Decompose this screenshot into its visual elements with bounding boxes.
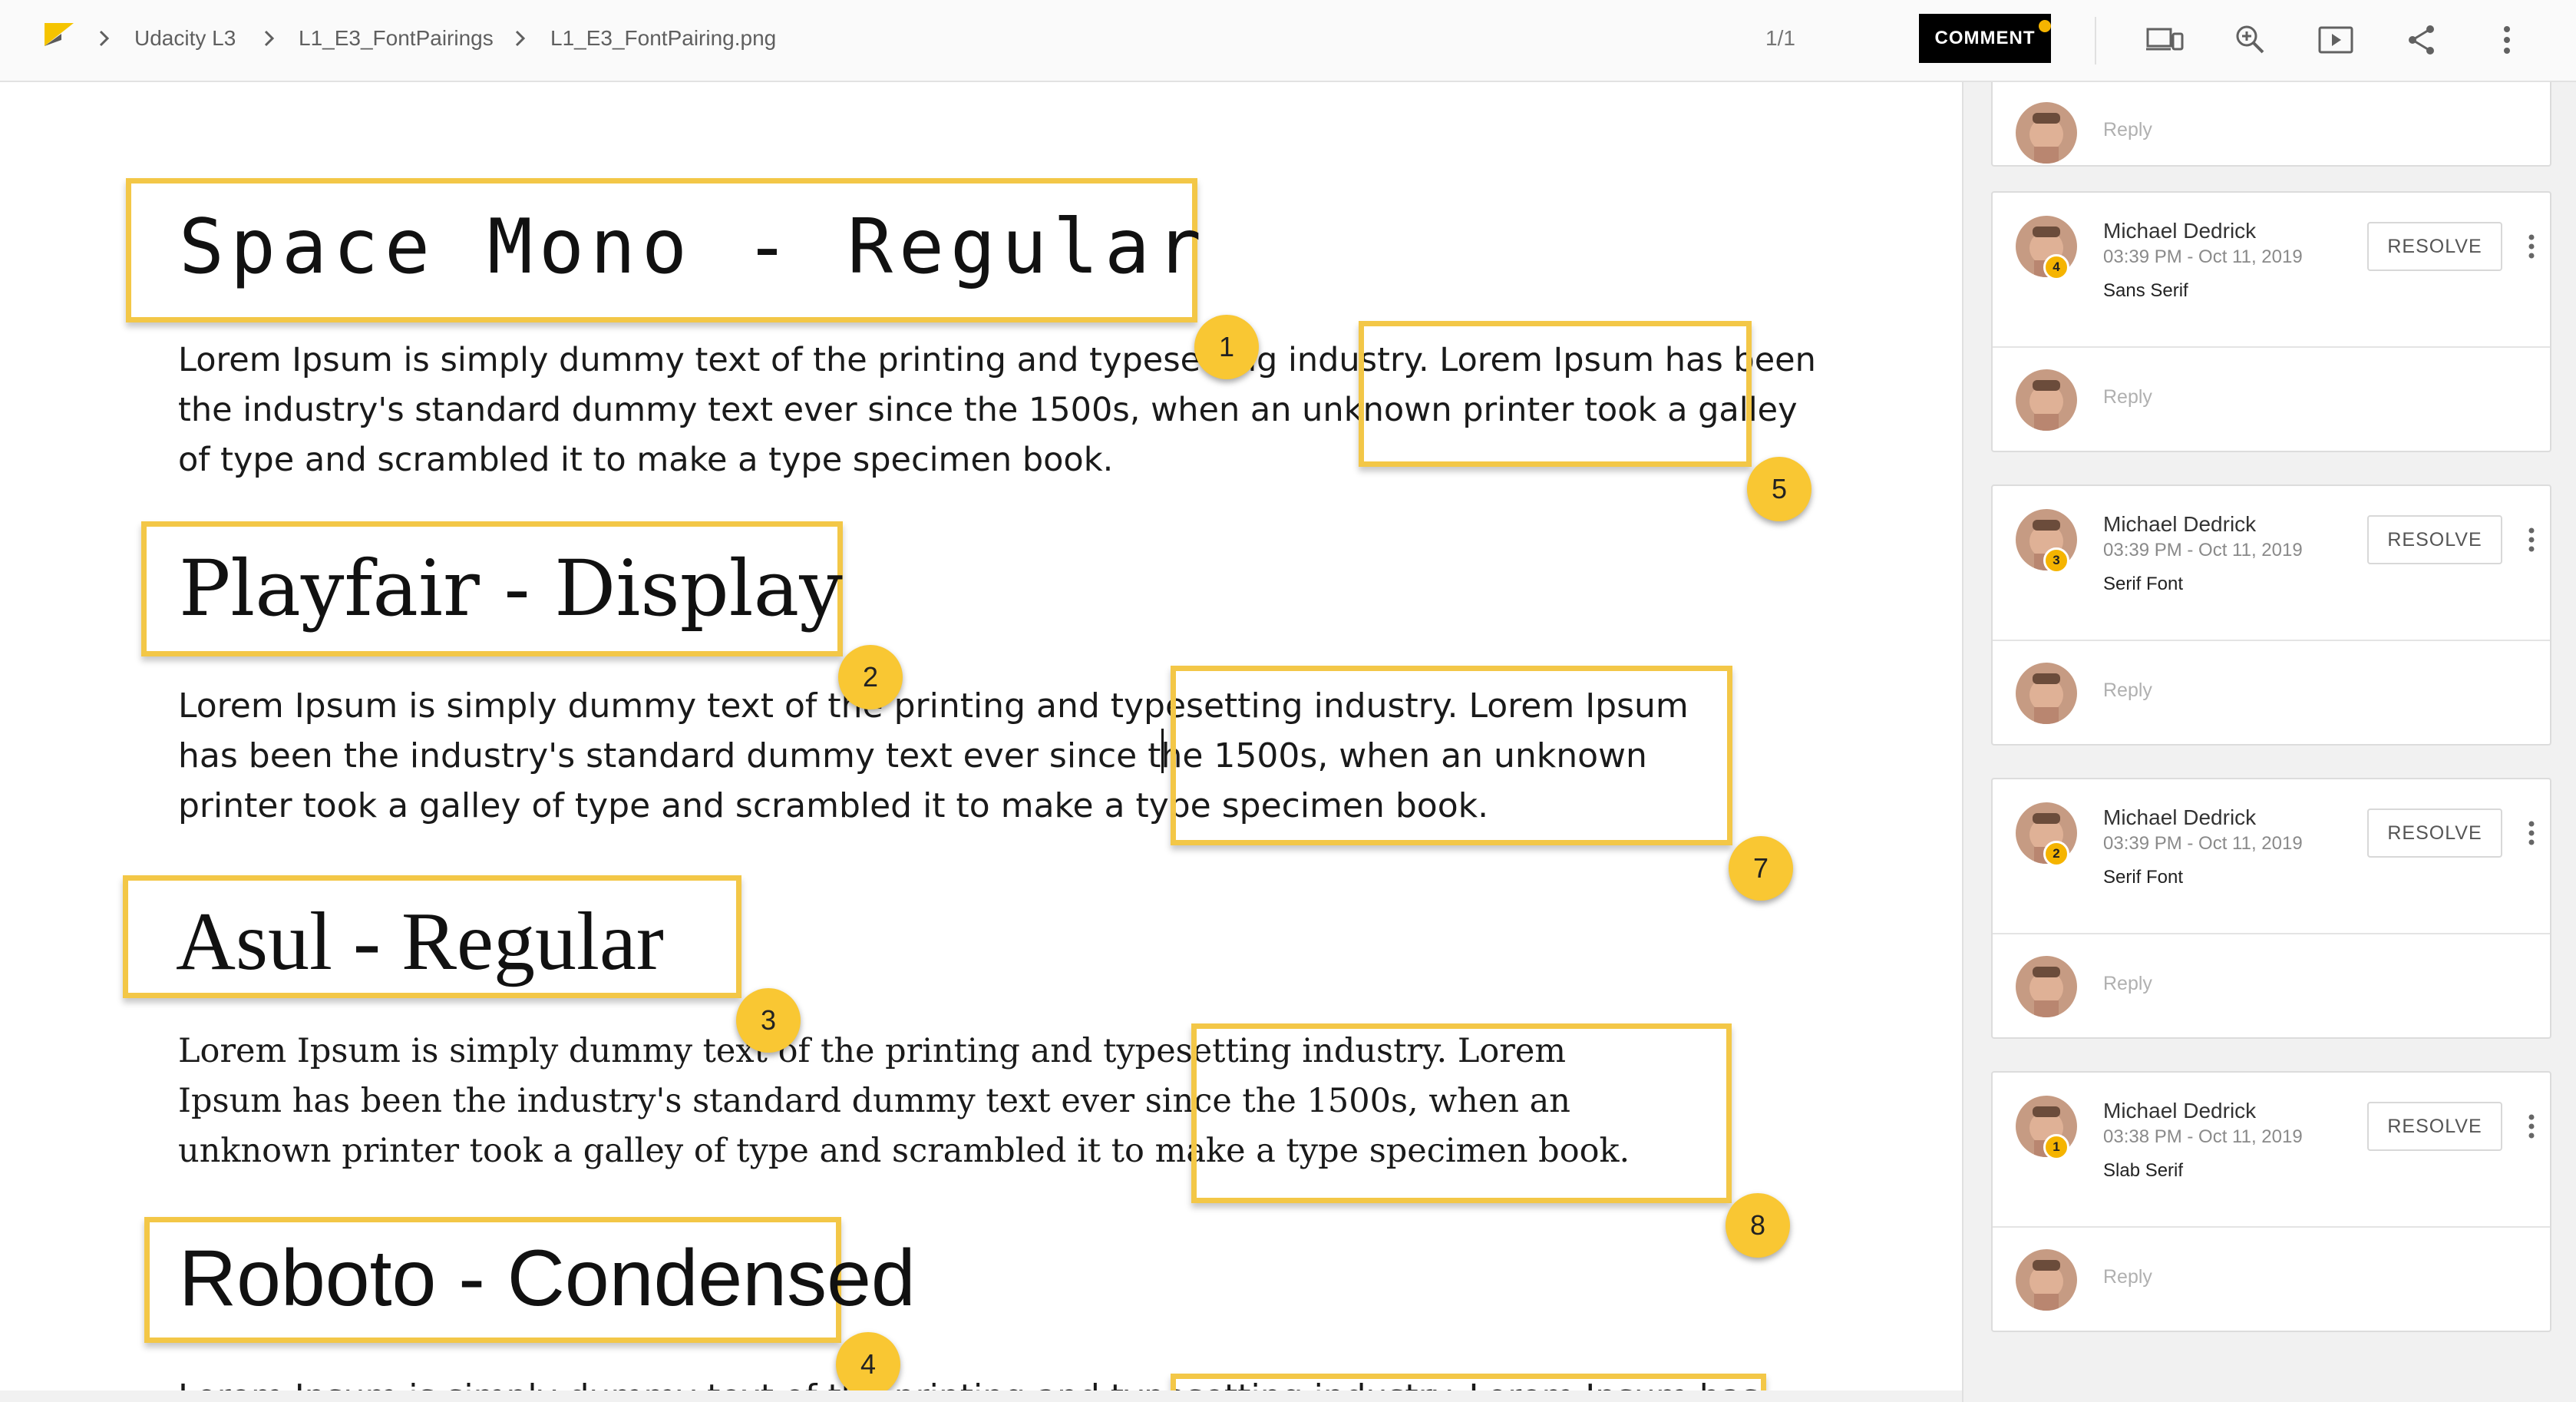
comment-marker-8[interactable]: 8	[1726, 1193, 1790, 1258]
comment-timestamp: 03:39 PM - Oct 11, 2019	[2103, 833, 2303, 854]
resolve-button[interactable]: RESOLVE	[2367, 1102, 2502, 1151]
font-title-playfair: Playfair - Display	[179, 544, 843, 633]
font-title-box: Playfair - Display	[141, 521, 843, 656]
comment-author: Michael Dedrick	[2103, 219, 2257, 243]
breadcrumb-item-folder[interactable]: L1_E3_FontPairings	[299, 25, 494, 52]
comment-card-partial: Reply	[1991, 82, 2551, 167]
comment-text: Serif Font	[2103, 574, 2184, 594]
more-options-icon[interactable]	[2522, 818, 2541, 848]
comment-annotation-box[interactable]	[1191, 1023, 1732, 1203]
devices-icon[interactable]	[2145, 20, 2185, 60]
comment-timestamp: 03:39 PM - Oct 11, 2019	[2103, 540, 2303, 560]
avatar	[2016, 369, 2077, 431]
comment-author: Michael Dedrick	[2103, 512, 2257, 536]
card-divider	[1993, 640, 2550, 641]
user-avatar-icon	[2016, 102, 2077, 164]
comment-marker-5[interactable]: 5	[1747, 457, 1811, 521]
resolve-button[interactable]: RESOLVE	[2367, 515, 2502, 564]
avatar	[2016, 663, 2077, 724]
comment-card: 1 Michael Dedrick 03:38 PM - Oct 11, 201…	[1991, 1071, 2551, 1332]
user-avatar-icon	[2016, 956, 2077, 1017]
chevron-right-icon	[264, 30, 275, 47]
chevron-right-icon	[99, 30, 110, 47]
font-title-box: Roboto - Condensed	[144, 1217, 916, 1343]
app-logo-icon[interactable]	[45, 23, 75, 54]
card-divider	[1993, 346, 2550, 348]
top-bar: Udacity L3 L1_E3_FontPairings L1_E3_Font…	[0, 0, 2576, 82]
comment-marker-2[interactable]: 2	[838, 645, 903, 709]
more-options-icon[interactable]	[2487, 20, 2527, 60]
user-avatar-icon	[2016, 1249, 2077, 1311]
comment-author: Michael Dedrick	[2103, 1099, 2257, 1123]
comment-text: Serif Font	[2103, 867, 2184, 888]
more-options-icon[interactable]	[2522, 524, 2541, 555]
reply-input[interactable]: Reply	[2103, 386, 2152, 408]
comment-notification-dot	[2039, 20, 2051, 32]
comment-card: 4 Michael Dedrick 03:39 PM - Oct 11, 201…	[1991, 191, 2551, 452]
comment-marker-3[interactable]: 3	[736, 988, 801, 1053]
avatar	[2016, 102, 2077, 164]
comments-panel: Reply 4 Michael Dedrick 03:39 PM - Oct 1…	[1963, 82, 2576, 1402]
comment-author: Michael Dedrick	[2103, 805, 2257, 829]
comment-number-badge: 4	[2043, 254, 2069, 280]
comment-text: Sans Serif	[2103, 280, 2188, 301]
zoom-in-icon[interactable]	[2231, 20, 2271, 60]
more-options-icon[interactable]	[2522, 231, 2541, 262]
comment-annotation-box[interactable]	[1171, 666, 1732, 845]
font-title-asul: Asul - Regular	[176, 896, 664, 987]
more-options-icon[interactable]	[2522, 1111, 2541, 1142]
text-cursor	[1161, 729, 1164, 773]
comment-marker-7[interactable]: 7	[1729, 836, 1793, 901]
resolve-button[interactable]: RESOLVE	[2367, 222, 2502, 271]
avatar	[2016, 1249, 2077, 1311]
reply-input[interactable]: Reply	[2103, 1266, 2152, 1288]
comment-timestamp: 03:38 PM - Oct 11, 2019	[2103, 1126, 2303, 1147]
present-slideshow-icon[interactable]	[2316, 20, 2356, 60]
reply-input[interactable]: Reply	[2103, 973, 2152, 995]
page-count: 1/1	[1765, 26, 1795, 50]
user-avatar-icon	[2016, 663, 2077, 724]
reply-input[interactable]: Reply	[2103, 119, 2152, 141]
comment-number-badge: 1	[2043, 1134, 2069, 1160]
toolbar-divider	[2095, 17, 2096, 64]
resolve-button[interactable]: RESOLVE	[2367, 808, 2502, 858]
comment-card: 3 Michael Dedrick 03:39 PM - Oct 11, 201…	[1991, 484, 2551, 746]
breadcrumb-item-project[interactable]: Udacity L3	[134, 25, 236, 52]
comment-number-badge: 2	[2043, 841, 2069, 867]
comment-text: Slab Serif	[2103, 1160, 2184, 1181]
image-canvas: Space Mono - Regular Lorem Ipsum is simp…	[0, 82, 1962, 1390]
reply-input[interactable]: Reply	[2103, 680, 2152, 702]
breadcrumb-item-file: L1_E3_FontPairing.png	[550, 26, 777, 50]
share-icon[interactable]	[2402, 20, 2442, 60]
card-divider	[1993, 1226, 2550, 1228]
font-title-roboto-condensed: Roboto - Condensed	[179, 1234, 916, 1323]
canvas-bottom-strip	[0, 1390, 1962, 1402]
comment-button[interactable]: COMMENT	[1919, 14, 2051, 63]
comment-annotation-box[interactable]	[1171, 1374, 1766, 1390]
user-avatar-icon	[2016, 369, 2077, 431]
avatar	[2016, 956, 2077, 1017]
card-divider	[1993, 933, 2550, 934]
font-title-box: Asul - Regular	[123, 875, 741, 998]
chevron-right-icon	[515, 30, 526, 47]
comment-card: 2 Michael Dedrick 03:39 PM - Oct 11, 201…	[1991, 778, 2551, 1039]
comment-number-badge: 3	[2043, 547, 2069, 574]
comment-marker-4[interactable]: 4	[836, 1332, 900, 1390]
comment-timestamp: 03:39 PM - Oct 11, 2019	[2103, 246, 2303, 267]
font-title-box: Space Mono - Regular	[126, 178, 1201, 322]
font-title-space-mono: Space Mono - Regular	[179, 203, 1208, 291]
comment-marker-1[interactable]: 1	[1194, 315, 1259, 379]
comment-annotation-box[interactable]	[1359, 321, 1752, 467]
